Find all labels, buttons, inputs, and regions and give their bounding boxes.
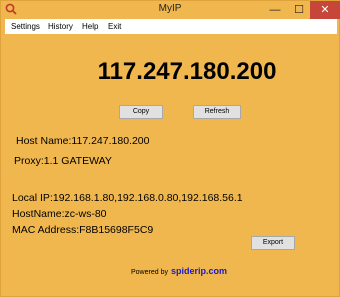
minimize-button[interactable]: — bbox=[263, 1, 287, 19]
close-button[interactable]: ✕ bbox=[310, 1, 340, 19]
proxy-text: Proxy:1.1 GATEWAY bbox=[14, 155, 112, 167]
menu-item-history[interactable]: History bbox=[44, 19, 77, 34]
title-bar[interactable]: MyIP — ☐ ✕ bbox=[1, 1, 340, 19]
menu-item-exit[interactable]: Exit bbox=[104, 19, 125, 34]
copy-button[interactable]: Copy bbox=[119, 105, 163, 119]
hostname-text: HostName:zc-ws-80 bbox=[12, 208, 107, 220]
refresh-button[interactable]: Refresh bbox=[193, 105, 241, 119]
menu-item-settings[interactable]: Settings bbox=[7, 19, 44, 34]
maximize-button[interactable]: ☐ bbox=[287, 1, 311, 19]
public-ip-display: 117.247.180.200 bbox=[97, 58, 277, 85]
menu-item-help[interactable]: Help bbox=[78, 19, 102, 34]
host-name-text: Host Name:117.247.180.200 bbox=[16, 135, 150, 147]
menu-bar: Settings History Help Exit bbox=[5, 19, 337, 34]
spiderip-link[interactable]: spiderip.com bbox=[171, 266, 227, 276]
mac-address-text: MAC Address:F8B15698F5C9 bbox=[12, 224, 154, 236]
powered-by: Powered by spiderip.com bbox=[131, 266, 227, 276]
app-window: MyIP — ☐ ✕ Settings History Help Exit 11… bbox=[0, 0, 340, 297]
export-button[interactable]: Export bbox=[251, 236, 295, 250]
local-ip-text: Local IP:192.168.1.80,192.168.0.80,192.1… bbox=[12, 192, 243, 204]
powered-by-label: Powered by bbox=[131, 269, 168, 276]
main-panel: 117.247.180.200 Copy Refresh Host Name:1… bbox=[5, 34, 337, 293]
